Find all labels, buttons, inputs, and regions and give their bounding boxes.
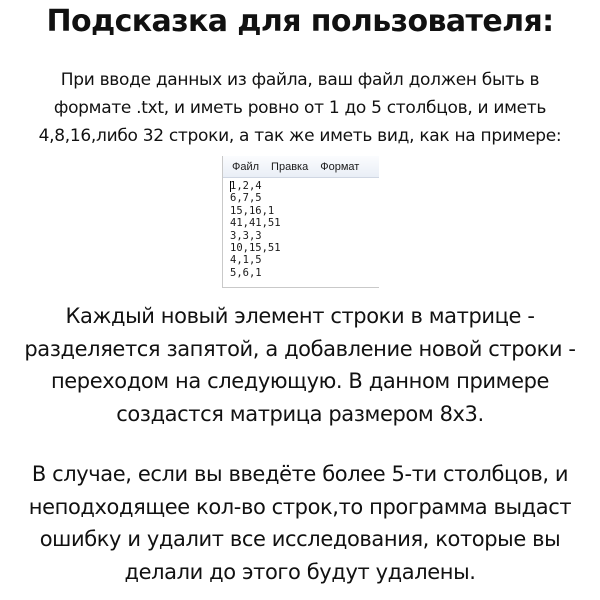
menu-item-edit: Правка <box>271 160 309 173</box>
menu-item-format: Формат <box>320 160 360 173</box>
intro-line: формате .txt, и иметь ровно от 1 до 5 ст… <box>53 98 547 118</box>
page-title: Подсказка для пользователя: <box>46 4 554 39</box>
warning-line: В случае, если вы введёте более 5-ти сто… <box>31 462 569 486</box>
data-row: 4,1,5 <box>230 254 262 267</box>
intro-line: При вводе данных из файла, ваш файл долж… <box>60 70 540 90</box>
notepad-example-screenshot: Файл Правка Формат 1,2,4 6,7,5 15,16,1 4… <box>222 156 379 288</box>
warning-line: ошибку и удалит все исследования, которы… <box>39 527 561 551</box>
format-explanation: Каждый новый элемент строки в матрице - … <box>0 300 600 430</box>
data-row: 15,16,1 <box>230 204 275 217</box>
explanation-line: переходом на следующую. В данном примере <box>50 369 550 393</box>
error-warning: В случае, если вы введёте более 5-ти сто… <box>0 458 600 588</box>
data-row: 5,6,1 <box>230 266 262 279</box>
intro-text: При вводе данных из файла, ваш файл долж… <box>0 66 600 150</box>
notepad-text-area: 1,2,4 6,7,5 15,16,1 41,41,51 3,3,3 10,15… <box>223 178 379 279</box>
data-row: 6,7,5 <box>230 192 262 205</box>
data-row: 10,15,51 <box>230 242 281 255</box>
warning-line: делали до этого будут удалены. <box>124 559 476 584</box>
warning-line: неподходящее кол-во строк,то программа в… <box>28 494 572 519</box>
explanation-line: создастся матрица размером 8x3. <box>116 401 484 426</box>
data-row: 3,3,3 <box>230 229 262 242</box>
text-caret <box>230 181 231 192</box>
data-row: 41,41,51 <box>230 217 281 230</box>
menu-item-file: Файл <box>232 160 260 173</box>
notepad-menu-bar: Файл Правка Формат <box>223 156 379 178</box>
data-row: 1,2,4 <box>230 180 262 192</box>
explanation-line: разделяется запятой, а добавление новой … <box>24 336 576 361</box>
intro-line: 4,8,16,либо 32 строки, а так же иметь ви… <box>38 126 562 146</box>
explanation-line: Каждый новый элемент строки в матрице - <box>65 304 535 328</box>
